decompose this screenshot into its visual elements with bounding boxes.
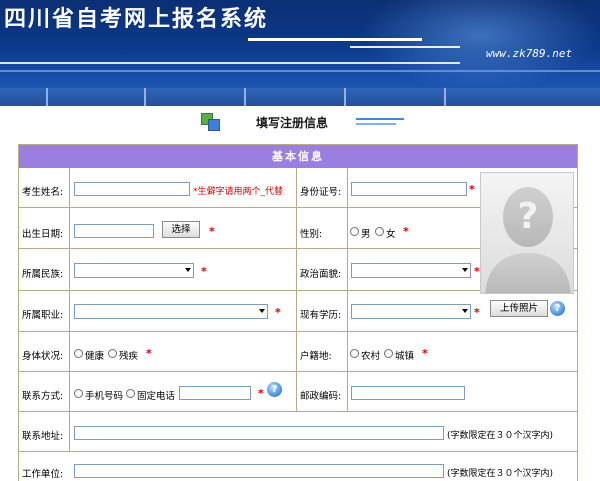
required-mark: *: [146, 347, 152, 360]
gender-male-label: 男: [361, 229, 371, 240]
upload-photo-button[interactable]: 上传照片: [490, 300, 548, 317]
required-mark: *: [403, 225, 409, 238]
help-icon[interactable]: ?: [267, 382, 282, 397]
contact-mobile-label: 手机号码: [85, 391, 124, 402]
gender-female-label: 女: [386, 229, 396, 240]
political-label: 政治面貌:: [300, 269, 342, 280]
banner-glow: [360, 0, 600, 88]
address-length-note: (字数限定在３０个汉字内): [447, 431, 554, 441]
col-divider: [347, 168, 348, 411]
contact-label: 联系方式:: [22, 391, 64, 402]
name-label: 考生姓名:: [22, 187, 64, 198]
banner-decor-line: [350, 46, 460, 48]
id-card-input[interactable]: [351, 182, 467, 196]
banner-decor-line: [0, 70, 600, 72]
contact-mobile-radio[interactable]: [74, 389, 83, 398]
political-select[interactable]: [351, 263, 471, 278]
nav-segment[interactable]: [446, 88, 600, 106]
gender-label: 性别:: [300, 229, 323, 240]
required-mark: *: [258, 387, 264, 400]
hukou-urban-radio[interactable]: [384, 349, 393, 358]
hukou-rural-label: 农村: [361, 351, 381, 362]
nav-bar: [0, 88, 600, 106]
row-divider: [19, 371, 577, 372]
pick-date-button[interactable]: 选择: [162, 221, 200, 238]
birthdate-input[interactable]: [74, 224, 154, 238]
site-title: 四川省自考网上报名系统: [4, 7, 269, 32]
health-label: 身体状况:: [22, 351, 64, 362]
form-icon: [201, 113, 221, 131]
banner-decor-line: [0, 62, 460, 64]
health-disabled-label: 残疾: [119, 351, 139, 362]
col-divider: [296, 168, 297, 411]
gender-female-radio[interactable]: [375, 227, 384, 236]
address-input[interactable]: [74, 426, 444, 440]
site-url: www.zk789.net: [486, 47, 573, 60]
gender-male-radio[interactable]: [350, 227, 359, 236]
workplace-length-note: (字数限定在３０个汉字内): [447, 469, 554, 479]
form-title: 填写注册信息: [256, 116, 329, 130]
required-mark: *: [469, 183, 475, 196]
education-label: 现有学历:: [300, 310, 342, 321]
chevron-down-icon: [259, 309, 265, 313]
education-select[interactable]: [351, 304, 471, 319]
ethnicity-label: 所属民族:: [22, 269, 64, 280]
occupation-select[interactable]: [74, 304, 268, 319]
required-mark: *: [201, 265, 207, 278]
chevron-down-icon: [462, 268, 468, 272]
postcode-input[interactable]: [351, 386, 465, 400]
contact-number-input[interactable]: [179, 386, 251, 400]
avatar-silhouette-icon: ?: [485, 187, 571, 293]
row-divider: [19, 331, 577, 332]
hukou-label: 户籍地:: [300, 351, 332, 362]
name-input[interactable]: [74, 182, 190, 196]
required-mark: *: [209, 225, 215, 238]
help-icon[interactable]: ?: [550, 301, 565, 316]
svg-text:?: ?: [518, 196, 539, 237]
nav-segment[interactable]: [48, 88, 146, 106]
chevron-down-icon: [185, 268, 191, 272]
birthdate-label: 出生日期:: [22, 229, 64, 240]
row-divider: [19, 411, 577, 412]
contact-landline-label: 固定电话: [137, 391, 176, 402]
health-healthy-label: 健康: [85, 351, 105, 362]
col-divider: [69, 168, 70, 451]
workplace-label: 工作单位:: [22, 469, 64, 480]
nav-segment[interactable]: [246, 88, 346, 106]
banner-decor-line: [248, 38, 422, 41]
postcode-label: 邮政编码:: [300, 391, 342, 402]
photo-placeholder: ?: [480, 172, 574, 294]
nav-segment[interactable]: [346, 88, 446, 106]
hukou-rural-radio[interactable]: [350, 349, 359, 358]
health-disabled-radio[interactable]: [108, 349, 117, 358]
nav-segment[interactable]: [146, 88, 246, 106]
health-healthy-radio[interactable]: [74, 349, 83, 358]
hukou-urban-label: 城镇: [395, 351, 415, 362]
required-mark: *: [474, 265, 480, 278]
title-decor-lines: [356, 118, 404, 128]
ethnicity-select[interactable]: [74, 263, 194, 278]
required-mark: *: [422, 347, 428, 360]
required-mark: *: [474, 306, 480, 319]
address-label: 联系地址:: [22, 431, 64, 442]
name-hint: *生僻字请用两个_代替: [193, 187, 284, 197]
id-card-label: 身份证号:: [300, 187, 342, 198]
required-mark: *: [275, 306, 281, 319]
row-divider: [19, 451, 577, 452]
contact-landline-radio[interactable]: [126, 389, 135, 398]
site-banner: 四川省自考网上报名系统 www.zk789.net: [0, 0, 600, 88]
nav-segment[interactable]: [0, 88, 48, 106]
occupation-label: 所属职业:: [22, 310, 64, 321]
section-title: 基本信息: [19, 145, 577, 168]
chevron-down-icon: [462, 309, 468, 313]
workplace-input[interactable]: [74, 464, 444, 478]
